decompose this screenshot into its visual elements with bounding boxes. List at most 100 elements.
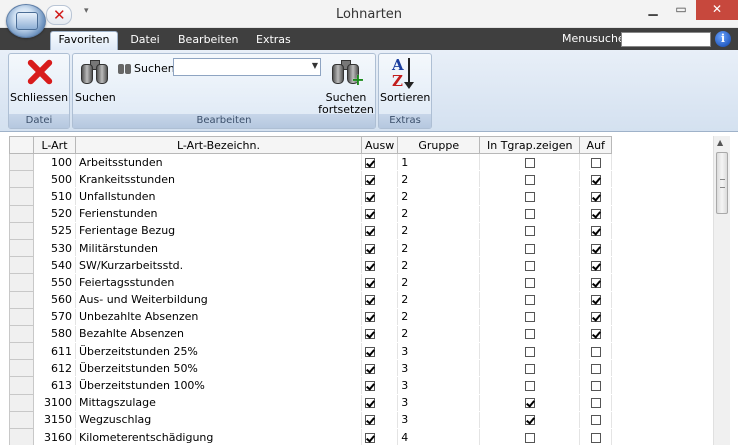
table-row[interactable]: 613 Überzeitstunden 100% 3: [9, 376, 613, 395]
table-row[interactable]: 530 Militärstunden 2: [9, 238, 613, 258]
gruppe-cell[interactable]: 3: [397, 342, 481, 361]
table-row[interactable]: 100 Arbeitsstunden 1: [9, 152, 613, 172]
table-row[interactable]: 611 Überzeitstunden 25% 3: [9, 342, 613, 361]
tgrap-checkbox[interactable]: [524, 209, 535, 220]
ausw-checkbox[interactable]: [365, 432, 375, 443]
tgrap-checkbox[interactable]: [524, 191, 535, 202]
ausw-checkbox[interactable]: [365, 157, 375, 168]
scrollbar-thumb[interactable]: [716, 152, 728, 214]
lart-cell[interactable]: 580: [33, 325, 76, 344]
gruppe-cell[interactable]: 1: [397, 153, 481, 172]
ausw-checkbox[interactable]: [365, 312, 375, 323]
gruppe-cell[interactable]: 2: [397, 222, 481, 240]
ausw-checkbox[interactable]: [365, 346, 375, 357]
ausw-checkbox[interactable]: [365, 363, 375, 374]
lart-cell[interactable]: 570: [33, 308, 76, 326]
close-window-button[interactable]: ✕: [696, 0, 738, 20]
scroll-up-arrow-icon[interactable]: ▲: [717, 138, 723, 147]
table-row[interactable]: 510 Unfallstunden 2: [9, 187, 613, 206]
column-header-gruppe[interactable]: Gruppe: [397, 136, 481, 154]
lart-cell[interactable]: 100: [33, 153, 76, 172]
row-selector[interactable]: [9, 204, 34, 223]
ausw-checkbox[interactable]: [365, 329, 375, 340]
auf-checkbox[interactable]: [590, 174, 601, 185]
lart-cell[interactable]: 613: [33, 376, 76, 395]
table-row[interactable]: 500 Krankeitsstunden 2: [9, 170, 613, 189]
lart-cell[interactable]: 510: [33, 187, 76, 206]
row-selector[interactable]: [9, 256, 34, 275]
ausw-checkbox[interactable]: [365, 191, 375, 202]
bezeichnung-cell[interactable]: Aus- und Weiterbildung: [75, 291, 362, 309]
bezeichnung-cell[interactable]: Kilometerentschädigung: [75, 428, 362, 445]
tab-favoriten[interactable]: Favoriten: [50, 31, 118, 50]
lart-cell[interactable]: 520: [33, 205, 76, 223]
auf-checkbox[interactable]: [590, 329, 601, 340]
gruppe-cell[interactable]: 2: [397, 256, 481, 275]
bezeichnung-cell[interactable]: Unbezahlte Absenzen: [75, 308, 362, 326]
bezeichnung-cell[interactable]: Unfallstunden: [75, 187, 362, 206]
tab-datei[interactable]: Datei: [122, 32, 168, 50]
row-selector[interactable]: [9, 170, 34, 189]
sortieren-button[interactable]: AZ Sortieren: [380, 56, 430, 104]
table-row[interactable]: 540 SW/Kurzarbeitsstd. 2: [9, 256, 613, 275]
column-header-lart[interactable]: L-Art: [33, 136, 76, 154]
gruppe-cell[interactable]: 2: [397, 187, 481, 206]
table-row[interactable]: 580 Bezahlte Absenzen 2: [9, 324, 613, 344]
table-row[interactable]: 3160 Kilometerentschädigung 4: [9, 427, 613, 445]
tgrap-checkbox[interactable]: [524, 329, 535, 340]
vertical-scrollbar[interactable]: ▲: [713, 136, 730, 445]
row-selector[interactable]: [9, 342, 34, 361]
lart-cell[interactable]: 550: [33, 273, 76, 292]
suchen-button[interactable]: Suchen: [75, 56, 116, 104]
ausw-checkbox[interactable]: [365, 226, 375, 237]
ausw-checkbox[interactable]: [365, 398, 375, 409]
row-selector[interactable]: [9, 324, 34, 344]
bezeichnung-cell[interactable]: Mittagszulage: [75, 394, 362, 412]
gruppe-cell[interactable]: 3: [397, 376, 481, 395]
tgrap-checkbox[interactable]: [524, 381, 535, 392]
row-selector[interactable]: [9, 393, 34, 412]
auf-checkbox[interactable]: [590, 209, 601, 220]
auf-checkbox[interactable]: [590, 398, 601, 409]
table-row[interactable]: 3150 Wegzuschlag 3: [9, 410, 613, 430]
lart-cell[interactable]: 3150: [33, 411, 76, 430]
auf-checkbox[interactable]: [590, 157, 601, 168]
table-row[interactable]: 570 Unbezahlte Absenzen 2: [9, 307, 613, 326]
suchen-fortsetzen-button[interactable]: + Suchen fortsetzen: [317, 56, 375, 116]
ausw-checkbox[interactable]: [365, 295, 375, 306]
auf-checkbox[interactable]: [590, 432, 601, 443]
row-selector[interactable]: [9, 238, 34, 258]
lart-cell[interactable]: 612: [33, 359, 76, 378]
tab-bearbeiten[interactable]: Bearbeiten: [172, 32, 244, 50]
bezeichnung-cell[interactable]: Bezahlte Absenzen: [75, 325, 362, 344]
menusuche-input[interactable]: [621, 32, 711, 47]
ausw-checkbox[interactable]: [365, 415, 375, 426]
table-row[interactable]: 520 Ferienstunden 2: [9, 204, 613, 223]
table-row[interactable]: 550 Feiertagsstunden 2: [9, 273, 613, 292]
gruppe-cell[interactable]: 2: [397, 325, 481, 344]
search-combobox[interactable]: ▼: [173, 58, 321, 76]
bezeichnung-cell[interactable]: Krankeitsstunden: [75, 170, 362, 189]
bezeichnung-cell[interactable]: Feiertagsstunden: [75, 273, 362, 292]
auf-checkbox[interactable]: [590, 363, 601, 374]
gruppe-cell[interactable]: 2: [397, 291, 481, 309]
row-selector[interactable]: [9, 273, 34, 292]
lart-cell[interactable]: 530: [33, 239, 76, 258]
row-selector[interactable]: [9, 221, 34, 240]
row-selector[interactable]: [9, 307, 34, 326]
bezeichnung-cell[interactable]: Überzeitstunden 100%: [75, 376, 362, 395]
tgrap-checkbox[interactable]: [524, 346, 535, 357]
gruppe-cell[interactable]: 2: [397, 273, 481, 292]
gruppe-cell[interactable]: 2: [397, 205, 481, 223]
lart-cell[interactable]: 560: [33, 291, 76, 309]
tgrap-checkbox[interactable]: [524, 260, 535, 271]
ausw-checkbox[interactable]: [365, 243, 375, 254]
lart-cell[interactable]: 540: [33, 256, 76, 275]
gruppe-cell[interactable]: 4: [397, 428, 481, 445]
row-selector[interactable]: [9, 152, 34, 172]
row-selector[interactable]: [9, 376, 34, 395]
ausw-checkbox[interactable]: [365, 381, 375, 392]
auf-checkbox[interactable]: [590, 312, 601, 323]
ausw-checkbox[interactable]: [365, 277, 375, 288]
column-header-ausw[interactable]: Ausw: [360, 136, 399, 154]
